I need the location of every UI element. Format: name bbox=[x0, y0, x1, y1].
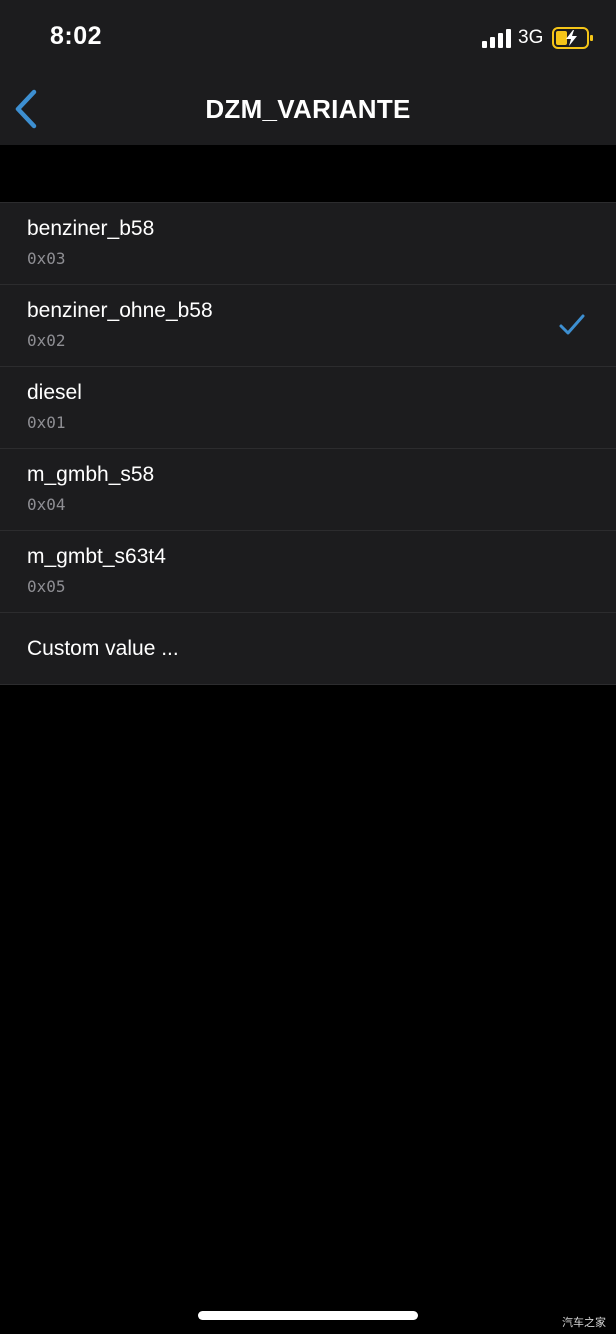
option-label: benziner_ohne_b58 bbox=[27, 299, 213, 322]
option-label: diesel bbox=[27, 381, 82, 404]
home-indicator[interactable] bbox=[198, 1311, 418, 1320]
watermark: 汽车之家 bbox=[562, 1317, 606, 1329]
list-item-benziner-ohne-b58[interactable]: benziner_ohne_b58 0x02 bbox=[0, 285, 616, 367]
list-item-m-gmbh-s58[interactable]: m_gmbh_s58 0x04 bbox=[0, 449, 616, 531]
list-item-diesel[interactable]: diesel 0x01 bbox=[0, 367, 616, 449]
option-value: 0x04 bbox=[27, 495, 66, 514]
options-list: benziner_b58 0x03 benziner_ohne_b58 0x02… bbox=[0, 202, 616, 685]
option-label: m_gmbt_s63t4 bbox=[27, 545, 166, 568]
navigation-bar: DZM_VARIANTE bbox=[0, 72, 616, 145]
custom-value-button[interactable]: Custom value ... bbox=[0, 613, 616, 684]
option-value: 0x01 bbox=[27, 413, 66, 432]
option-value: 0x05 bbox=[27, 577, 66, 596]
list-item-m-gmbt-s63t4[interactable]: m_gmbt_s63t4 0x05 bbox=[0, 531, 616, 613]
section-spacer bbox=[0, 145, 616, 202]
status-time: 8:02 bbox=[50, 22, 103, 50]
option-label: m_gmbh_s58 bbox=[27, 463, 155, 486]
status-bar: 8:02 3G bbox=[0, 0, 616, 72]
option-value: 0x02 bbox=[27, 331, 66, 350]
custom-value-label: Custom value ... bbox=[27, 637, 179, 660]
checkmark-icon bbox=[559, 314, 585, 335]
page-title: DZM_VARIANTE bbox=[205, 94, 411, 124]
option-value: 0x03 bbox=[27, 249, 66, 268]
cellular-signal-icon bbox=[482, 29, 511, 48]
battery-charging-icon bbox=[552, 27, 593, 49]
list-item-benziner-b58[interactable]: benziner_b58 0x03 bbox=[0, 203, 616, 285]
network-type-label: 3G bbox=[518, 27, 544, 48]
option-label: benziner_b58 bbox=[27, 217, 155, 240]
